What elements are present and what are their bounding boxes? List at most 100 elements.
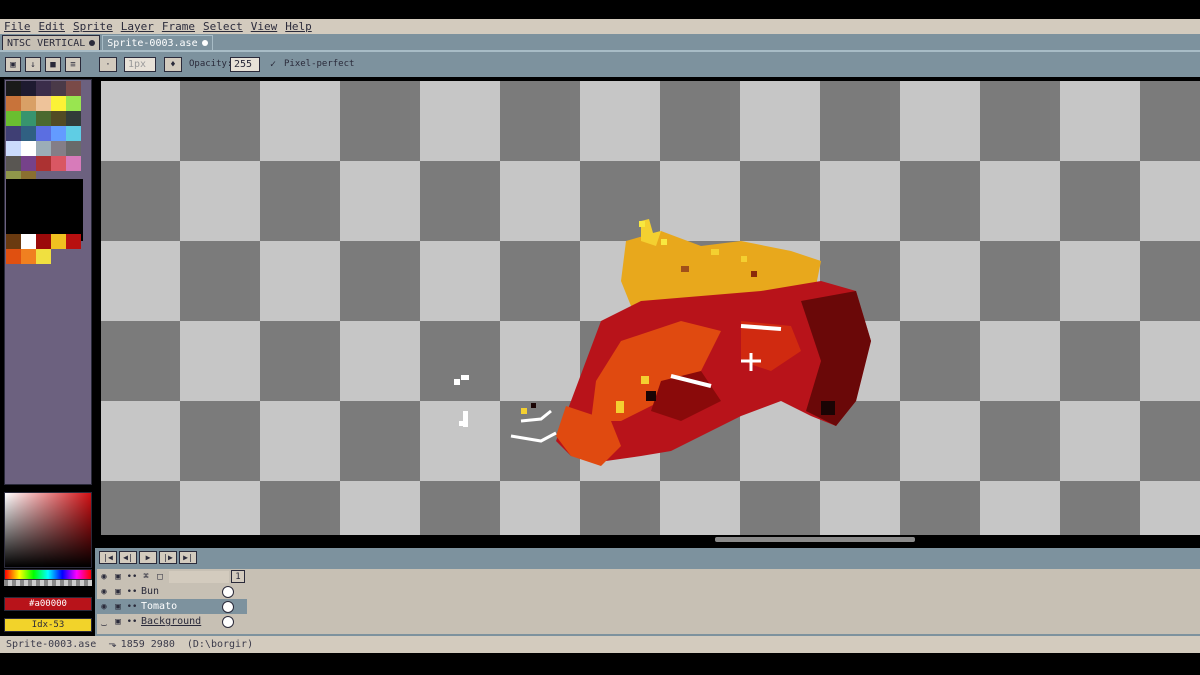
palette-swatch[interactable] (36, 249, 51, 264)
ink-icon[interactable]: ♦ (164, 57, 182, 72)
padlock-icon[interactable]: ▣ (111, 600, 125, 614)
continuous-header-icon[interactable]: •• (125, 570, 139, 584)
padlock-icon[interactable]: ▣ (111, 615, 125, 629)
foreground-color-button[interactable]: #a00000 (4, 597, 92, 611)
eye-icon[interactable]: ◉ (97, 585, 111, 599)
menu-file[interactable]: File (4, 20, 31, 33)
continuous-icon[interactable]: •• (125, 615, 139, 629)
palette-swatch[interactable] (66, 111, 81, 126)
palette-swatch[interactable] (36, 96, 51, 111)
eye-closed-icon[interactable]: ‿ (97, 615, 111, 629)
last-frame-icon[interactable]: ▶| (179, 551, 197, 564)
palette-swatch[interactable] (36, 234, 51, 249)
palette-swatch[interactable] (36, 81, 51, 96)
palette-swatch[interactable] (66, 141, 81, 156)
palette-swatch[interactable] (6, 111, 21, 126)
onion-skin-icon[interactable]: □ (153, 570, 167, 584)
palette-swatch[interactable] (66, 96, 81, 111)
padlock-icon[interactable]: ▣ (111, 585, 125, 599)
arrow-down-icon[interactable]: ↓ (25, 57, 41, 72)
layer-name[interactable]: Tomato (139, 600, 219, 614)
palette-swatch[interactable] (21, 156, 36, 171)
layer-name[interactable]: Bun (139, 585, 219, 599)
palette-swatch[interactable] (6, 141, 21, 156)
cel-icon[interactable] (222, 615, 234, 628)
visibility-header-icon[interactable]: ◉ (97, 570, 111, 584)
palette-swatch[interactable] (51, 81, 66, 96)
checkbox-checked-icon[interactable]: ✓ (270, 59, 276, 70)
palette-swatch[interactable] (6, 81, 21, 96)
palette-swatch[interactable] (66, 156, 81, 171)
palette-swatch[interactable] (6, 156, 21, 171)
lock-icon[interactable]: ▣ (5, 57, 21, 72)
palette-swatch[interactable] (51, 96, 66, 111)
bottom-bar (0, 653, 1200, 675)
palette-swatch[interactable] (51, 234, 66, 249)
opacity-field[interactable]: 255 (230, 57, 260, 72)
palette-swatch[interactable] (51, 111, 66, 126)
horizontal-scrollbar[interactable] (715, 537, 915, 542)
menu-view[interactable]: View (251, 20, 278, 33)
stop-icon[interactable]: ■ (45, 57, 61, 72)
palette-swatch[interactable] (6, 249, 21, 264)
menu-sprite[interactable]: Sprite (73, 20, 113, 33)
lock-header-icon[interactable]: ▣ (111, 570, 125, 584)
cel-icon[interactable] (222, 600, 234, 613)
palette-swatch[interactable] (21, 81, 36, 96)
background-color-button[interactable]: Idx-53 (4, 618, 92, 632)
palette-swatch[interactable] (36, 156, 51, 171)
color-spectrum[interactable] (4, 492, 92, 568)
menu-select[interactable]: Select (203, 20, 243, 33)
menu-icon[interactable]: ≡ (65, 57, 81, 72)
cel-icon[interactable] (222, 585, 234, 598)
palette-swatch[interactable] (36, 141, 51, 156)
palette-swatch[interactable] (36, 126, 51, 141)
palette-panel (4, 79, 92, 485)
palette-swatch[interactable] (51, 126, 66, 141)
palette-swatch[interactable] (21, 234, 36, 249)
palette-swatch[interactable] (6, 234, 21, 249)
brush-type-icon[interactable]: · (99, 57, 117, 72)
continuous-icon[interactable]: •• (125, 600, 139, 614)
eye-icon[interactable]: ◉ (97, 600, 111, 614)
unsaved-dot-icon[interactable] (89, 40, 96, 46)
palette-swatch[interactable] (21, 126, 36, 141)
menu-edit[interactable]: Edit (39, 20, 66, 33)
hue-slider[interactable] (4, 569, 92, 580)
link-header-icon[interactable]: ⌘ (139, 570, 153, 584)
first-frame-icon[interactable]: |◀ (99, 551, 117, 564)
tab-ntsc-vertical[interactable]: NTSC VERTICAL (2, 35, 101, 50)
palette-empty-area (6, 179, 83, 241)
palette-swatch[interactable] (21, 249, 36, 264)
layer-row-background[interactable]: ‿ ▣ •• Background (97, 614, 247, 629)
previous-frame-icon[interactable]: ◀| (119, 551, 137, 564)
continuous-icon[interactable]: •• (125, 585, 139, 599)
menu-frame[interactable]: Frame (162, 20, 195, 33)
layer-row-tomato[interactable]: ◉ ▣ •• Tomato (97, 599, 247, 614)
frame-number[interactable]: 1 (231, 570, 245, 583)
layer-row-bun[interactable]: ◉ ▣ •• Bun (97, 584, 247, 599)
palette-swatch[interactable] (21, 96, 36, 111)
palette-swatch[interactable] (51, 141, 66, 156)
palette-swatch[interactable] (6, 96, 21, 111)
palette-swatch[interactable] (51, 156, 66, 171)
palette-swatch[interactable] (36, 111, 51, 126)
unsaved-dot-icon[interactable] (201, 40, 208, 46)
palette-swatch[interactable] (66, 81, 81, 96)
palette-swatch[interactable] (66, 234, 81, 249)
menu-layer[interactable]: Layer (121, 20, 154, 33)
palette-swatch[interactable] (6, 126, 21, 141)
alpha-slider[interactable] (4, 580, 92, 586)
tab-sprite-0003[interactable]: Sprite-0003.ase (102, 35, 213, 50)
palette-swatch[interactable] (21, 111, 36, 126)
status-path: (D:\borgir) (186, 639, 254, 650)
palette-swatch[interactable] (21, 141, 36, 156)
brush-size-field[interactable]: 1px (124, 57, 156, 72)
next-frame-icon[interactable]: |▶ (159, 551, 177, 564)
sprite-canvas[interactable] (101, 81, 1200, 535)
play-icon[interactable]: ▶ (139, 551, 157, 564)
header-spacer (169, 570, 229, 583)
palette-swatch[interactable] (66, 126, 81, 141)
layer-name[interactable]: Background (139, 615, 219, 629)
menu-help[interactable]: Help (285, 20, 312, 33)
